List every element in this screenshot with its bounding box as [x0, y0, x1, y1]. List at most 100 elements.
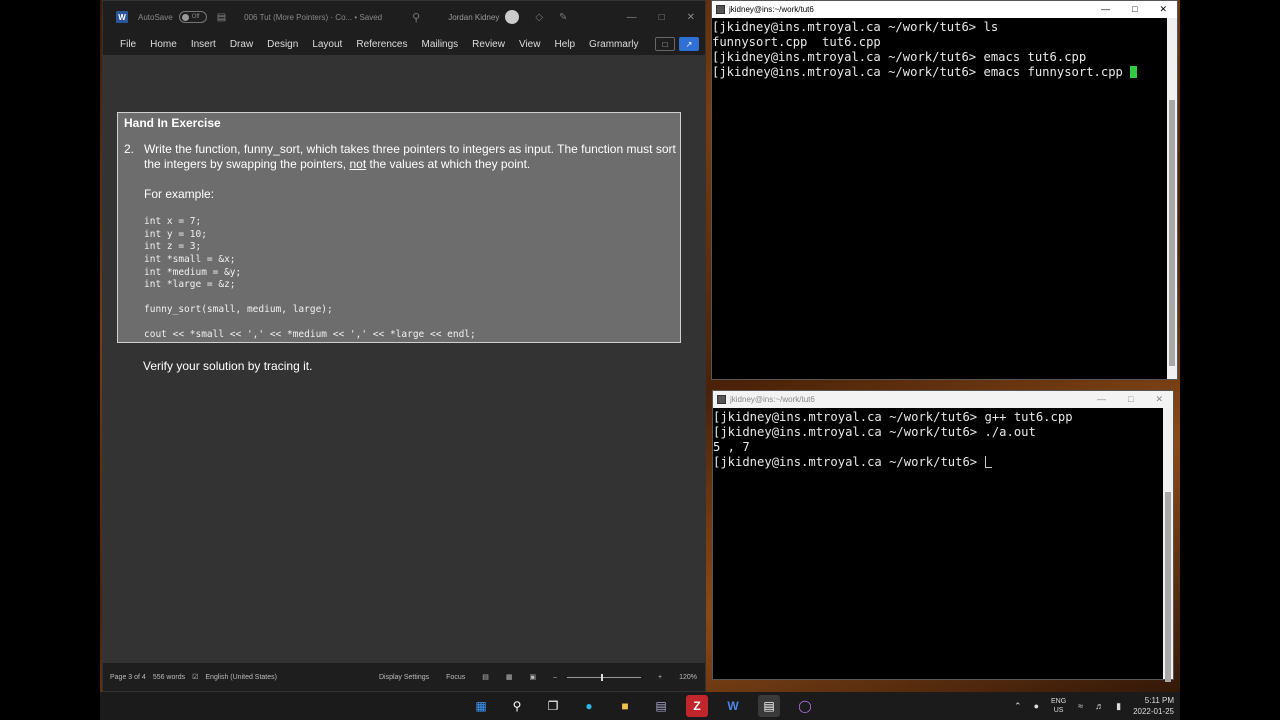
zoom-slider[interactable]	[567, 673, 641, 681]
terminal-window-controls: — □ ✕	[1101, 4, 1167, 15]
microphone-icon[interactable]: ●	[1034, 701, 1039, 711]
word-statusbar: Page 3 of 4 556 words ☑ English (United …	[103, 663, 705, 691]
zoom-out-icon[interactable]: –	[553, 674, 557, 681]
putty-icon[interactable]: ▤	[758, 695, 780, 717]
maximize-icon[interactable]: □	[1132, 4, 1137, 15]
app-circle-icon[interactable]: ◯	[794, 695, 816, 717]
share-icon[interactable]: ↗	[679, 37, 699, 51]
clock-date: 2022-01-25	[1133, 707, 1174, 716]
tab-mailings[interactable]: Mailings	[414, 39, 465, 50]
code-line: int z = 3;	[144, 241, 202, 252]
terminal-output[interactable]: [jkidney@ins.mtroyal.ca ~/work/tut6> g++…	[713, 408, 1173, 470]
terminal-titlebar: jkidney@ins:~/work/tut6 — □ ✕	[713, 391, 1173, 408]
tab-view[interactable]: View	[512, 39, 548, 50]
tab-insert[interactable]: Insert	[184, 39, 223, 50]
autosave-state: Off	[191, 14, 200, 20]
terminal-output[interactable]: [jkidney@ins.mtroyal.ca ~/work/tut6> ls f…	[712, 18, 1177, 80]
tab-layout[interactable]: Layout	[305, 39, 349, 50]
code-line: int *medium = &y;	[144, 267, 242, 278]
scrollbar-thumb[interactable]	[1165, 492, 1171, 682]
print-layout-icon[interactable]: ▦	[506, 673, 513, 681]
terminal-app-icon[interactable]: ▤	[650, 695, 672, 717]
task-view-icon[interactable]: ❐	[542, 695, 564, 717]
terminal-title: jkidney@ins:~/work/tut6	[730, 395, 815, 404]
document-canvas[interactable]: Hand In Exercise 2. Write the function, …	[103, 55, 705, 663]
chevron-up-icon[interactable]: ⌃	[1014, 701, 1022, 712]
code-line: int x = 7;	[144, 216, 202, 227]
user-name[interactable]: Jordan Kidney	[448, 13, 499, 22]
language-indicator[interactable]: ENG US	[1051, 697, 1066, 715]
code-line: int y = 10;	[144, 229, 207, 240]
scrollbar-thumb[interactable]	[1169, 100, 1175, 366]
terminal-line: [jkidney@ins.mtroyal.ca ~/work/tut6> g++…	[713, 410, 1073, 424]
toggle-knob	[181, 13, 189, 21]
word-count[interactable]: 556 words	[153, 674, 185, 681]
search-icon[interactable]: ⚲	[506, 695, 528, 717]
page-count[interactable]: Page 3 of 4	[110, 674, 146, 681]
taskbar: ▦ ⚲ ❐ ● ■ ▤ Z W ▤ ◯ ⌃ ● ENG US ≈ ♬ ▮ 5:11…	[100, 692, 1180, 720]
tab-review[interactable]: Review	[465, 39, 512, 50]
zoom-level[interactable]: 120%	[679, 674, 697, 681]
tab-help[interactable]: Help	[547, 39, 582, 50]
save-icon[interactable]: ▤	[217, 12, 226, 23]
question-text: Write the function, funny_sort, which ta…	[144, 142, 676, 172]
close-icon[interactable]: ✕	[1159, 4, 1167, 15]
tab-home[interactable]: Home	[143, 39, 184, 50]
clock[interactable]: 5:11 PM 2022-01-25	[1133, 695, 1174, 717]
exercise-title: Hand In Exercise	[124, 116, 221, 130]
code-line: funny_sort(small, medium, large);	[144, 304, 333, 315]
terminal-line: 5 , 7	[713, 440, 750, 454]
ribbon-right-buttons: □ ↗	[651, 37, 699, 51]
proofing-icon[interactable]: ☑	[192, 673, 198, 681]
minimize-icon[interactable]: —	[1097, 394, 1106, 405]
edge-icon[interactable]: ●	[578, 695, 600, 717]
tab-grammarly[interactable]: Grammarly	[582, 39, 645, 50]
close-icon[interactable]: ✕	[1155, 394, 1163, 405]
document-title[interactable]: 006 Tut (More Pointers) · Co... • Saved	[244, 13, 382, 22]
question-text-b: the values at which they point.	[366, 157, 531, 171]
autosave-label: AutoSave	[138, 12, 173, 22]
search-icon[interactable]: ⚲	[412, 11, 420, 24]
terminal-window-controls: — □ ✕	[1097, 394, 1163, 405]
system-tray: ⌃ ● ENG US ≈ ♬ ▮ 5:11 PM 2022-01-25	[1014, 692, 1174, 720]
windows-start-icon[interactable]: ▦	[470, 695, 492, 717]
tab-file[interactable]: File	[113, 39, 143, 50]
zoom-in-icon[interactable]: +	[658, 674, 662, 681]
maximize-icon[interactable]: □	[659, 12, 665, 23]
wifi-icon[interactable]: ≈	[1078, 701, 1083, 711]
language-line-2: US	[1053, 707, 1064, 714]
comments-icon[interactable]: □	[655, 37, 675, 51]
zoom-slider-knob[interactable]	[601, 673, 603, 681]
tab-design[interactable]: Design	[260, 39, 305, 50]
tab-draw[interactable]: Draw	[223, 39, 260, 50]
word-window-controls: — □ ✕	[627, 12, 695, 23]
filezilla-icon[interactable]: Z	[686, 695, 708, 717]
tab-references[interactable]: References	[349, 39, 414, 50]
language-status[interactable]: English (United States)	[205, 674, 277, 681]
scrollbar[interactable]	[1167, 18, 1177, 379]
read-mode-icon[interactable]: ▤	[482, 673, 489, 681]
volume-icon[interactable]: ♬	[1095, 701, 1104, 711]
display-settings[interactable]: Display Settings	[379, 674, 429, 681]
web-layout-icon[interactable]: ▣	[529, 673, 536, 681]
word-titlebar: W AutoSave Off ▤ 006 Tut (More Pointers)…	[103, 1, 705, 33]
terminal-prompt-line: [jkidney@ins.mtroyal.ca ~/work/tut6>	[713, 455, 1173, 470]
verify-text: Verify your solution by tracing it.	[143, 359, 313, 373]
scrollbar[interactable]	[1163, 408, 1173, 682]
word-logo-icon: W	[116, 11, 128, 23]
word-icon[interactable]: W	[722, 695, 744, 717]
code-line: int *large = &z;	[144, 279, 236, 290]
pen-icon[interactable]: ✎	[559, 12, 567, 23]
minimize-icon[interactable]: —	[627, 12, 637, 23]
close-icon[interactable]: ✕	[687, 12, 695, 23]
diamond-icon[interactable]: ◇	[535, 12, 543, 23]
battery-icon[interactable]: ▮	[1116, 701, 1121, 712]
terminal-line: [jkidney@ins.mtroyal.ca ~/work/tut6>	[713, 455, 985, 469]
focus-mode[interactable]: Focus	[446, 674, 465, 681]
avatar[interactable]	[505, 10, 520, 24]
minimize-icon[interactable]: —	[1101, 4, 1110, 15]
maximize-icon[interactable]: □	[1128, 394, 1133, 405]
file-explorer-icon[interactable]: ■	[614, 695, 636, 717]
autosave-toggle[interactable]: Off	[178, 11, 207, 23]
question-underlined: not	[349, 157, 367, 171]
